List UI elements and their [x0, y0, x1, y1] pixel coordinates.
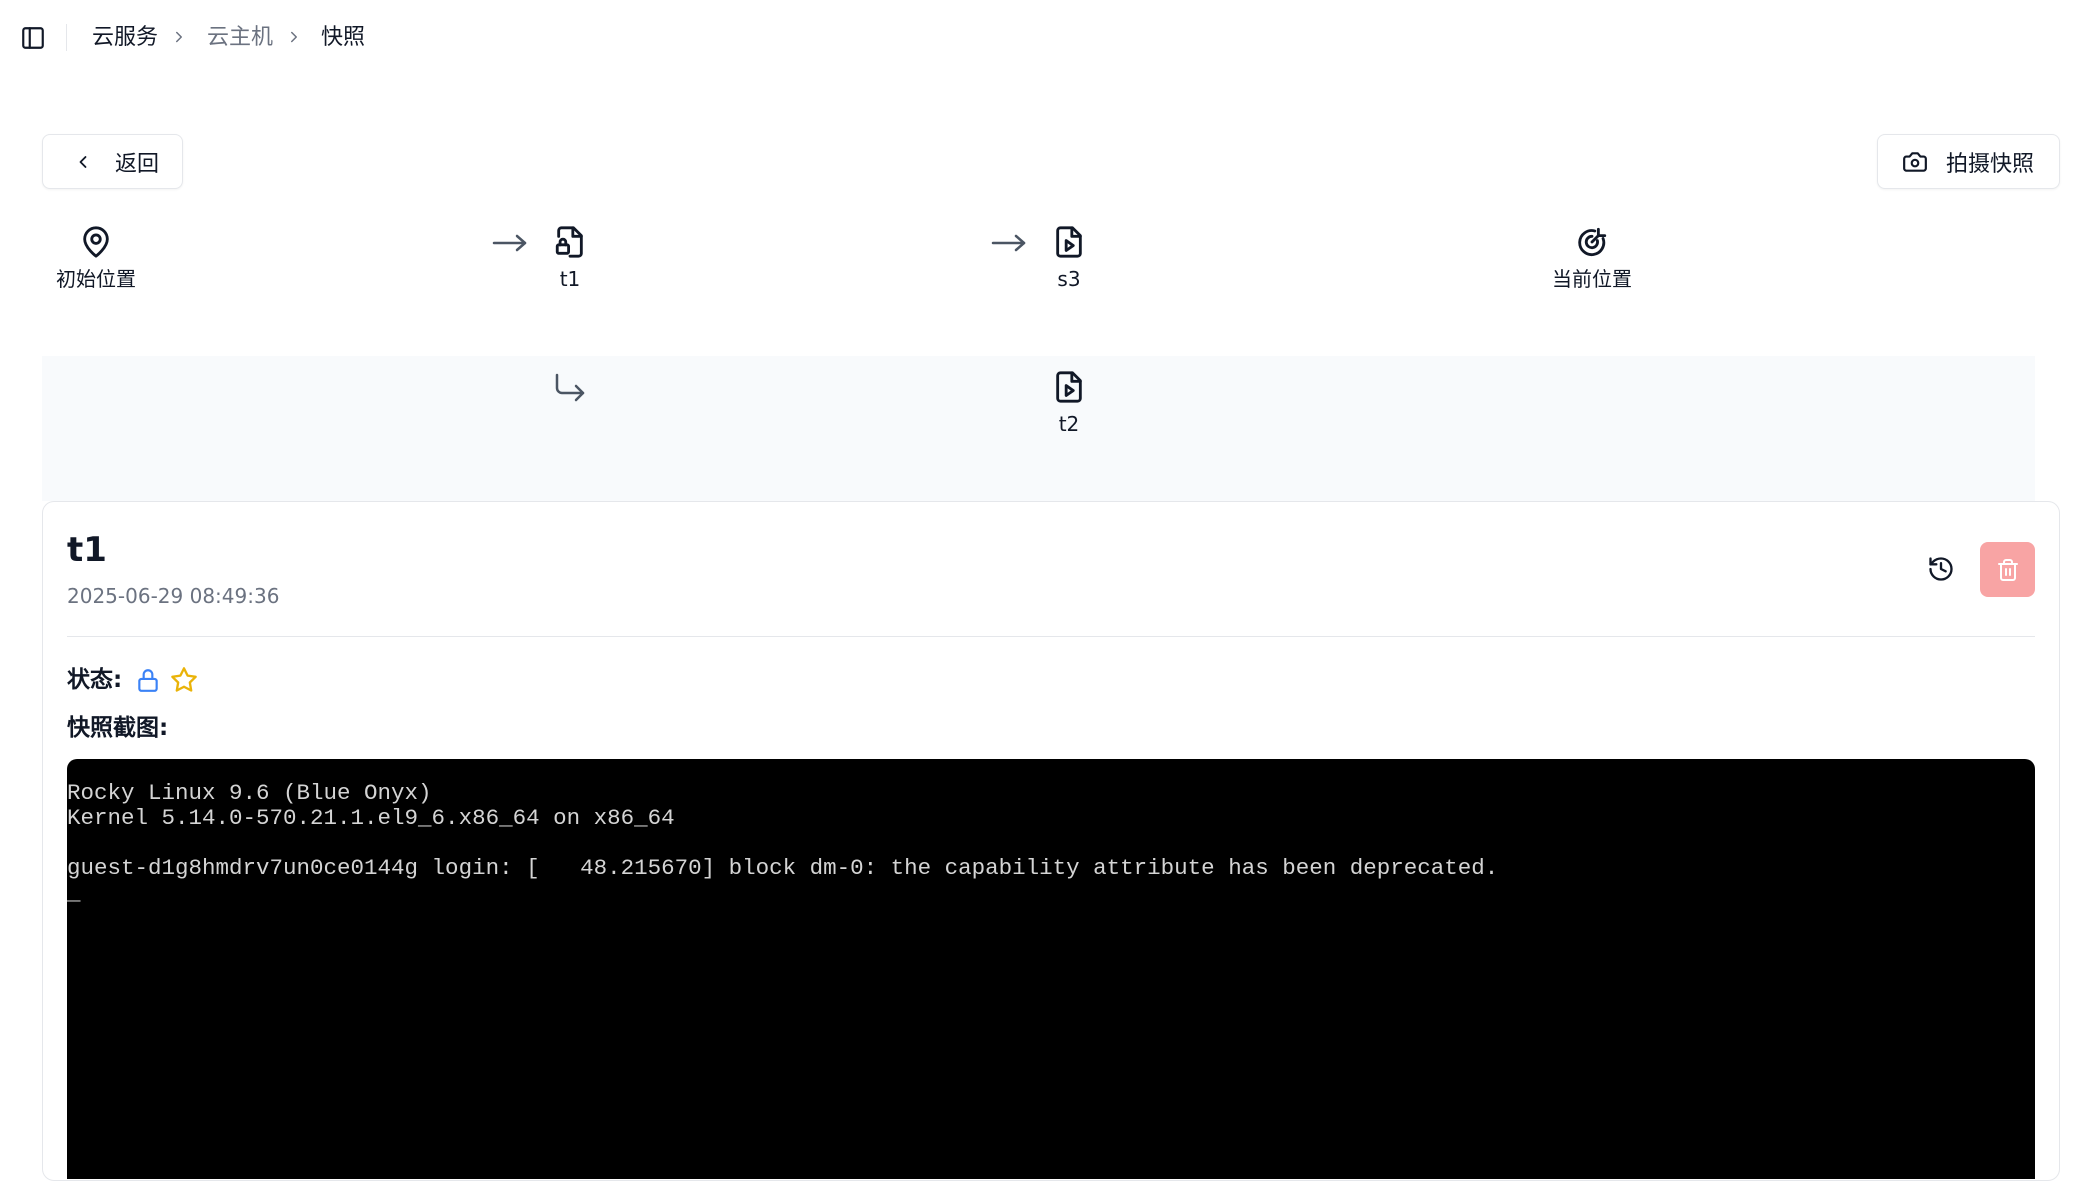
- back-button[interactable]: 返回: [42, 134, 183, 189]
- tree-node-label: t1: [559, 267, 581, 291]
- lock-icon: [135, 667, 161, 693]
- map-pin-icon: [79, 225, 113, 259]
- tree-node-current[interactable]: 当前位置: [1522, 225, 1662, 293]
- take-snapshot-button[interactable]: 拍摄快照: [1877, 134, 2060, 189]
- breadcrumb-cloud-service[interactable]: 云服务: [92, 22, 158, 54]
- status-label: 状态:: [67, 667, 123, 693]
- terminal-line: Rocky Linux 9.6 (Blue Onyx): [67, 780, 432, 806]
- detail-divider: [67, 636, 2035, 637]
- restore-history-icon[interactable]: [1927, 555, 1955, 583]
- star-icon[interactable]: [170, 666, 198, 694]
- tree-node-label: t2: [1058, 412, 1080, 436]
- tree-node-t1[interactable]: t1: [500, 225, 640, 293]
- tree-node-label: 当前位置: [1552, 267, 1632, 291]
- snapshot-title: t1: [67, 530, 107, 570]
- chevron-right-icon: [285, 28, 303, 46]
- terminal-output: Rocky Linux 9.6 (Blue Onyx) Kernel 5.14.…: [67, 781, 1498, 906]
- file-play-icon: [1052, 370, 1086, 404]
- breadcrumb-cloud-host[interactable]: 云主机: [207, 22, 273, 54]
- camera-icon: [1902, 149, 1928, 175]
- file-lock-icon: [553, 225, 587, 259]
- sidebar-toggle-icon[interactable]: [20, 25, 46, 51]
- tree-node-label: 初始位置: [56, 267, 136, 291]
- trash-icon: [1996, 558, 2020, 582]
- terminal-line: Kernel 5.14.0-570.21.1.el9_6.x86_64 on x…: [67, 805, 675, 831]
- breadcrumb-snapshot: 快照: [321, 25, 366, 50]
- terminal-line: guest-d1g8hmdrv7un0ce0144g login: [ 48.2…: [67, 855, 1499, 881]
- snapshot-screenshot: Rocky Linux 9.6 (Blue Onyx) Kernel 5.14.…: [67, 759, 2035, 1179]
- tree-node-s3[interactable]: s3: [999, 225, 1139, 293]
- tree-node-label: s3: [1057, 267, 1081, 291]
- header-divider: [66, 24, 67, 51]
- chevron-left-icon: [73, 152, 93, 172]
- chevron-right-icon: [170, 28, 188, 46]
- tree-node-initial[interactable]: 初始位置: [26, 225, 166, 293]
- tree-node-t2[interactable]: t2: [999, 370, 1139, 438]
- corner-down-right-icon: [551, 371, 589, 402]
- terminal-cursor: _: [67, 880, 81, 906]
- file-play-icon: [1052, 225, 1086, 259]
- snapshot-screenshot-label: 快照截图:: [67, 715, 169, 741]
- delete-button[interactable]: [1980, 542, 2035, 597]
- target-icon: [1575, 225, 1609, 259]
- snapshot-date: 2025-06-29 08:49:36: [67, 584, 280, 608]
- take-snapshot-label: 拍摄快照: [1946, 151, 2035, 177]
- back-button-label: 返回: [115, 151, 160, 177]
